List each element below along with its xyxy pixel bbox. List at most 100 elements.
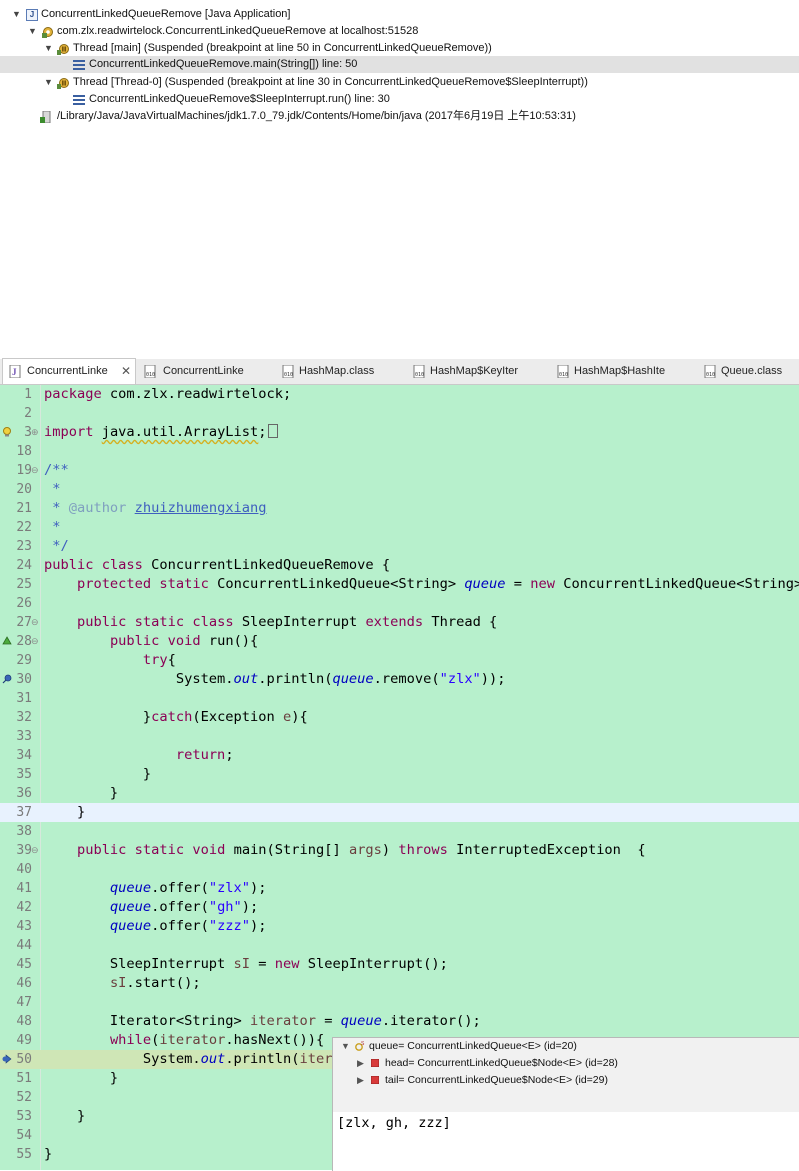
code-text: queue.offer("zlx"); (109, 880, 267, 896)
code-line: 28 ⊖ public void run(){ (0, 632, 799, 651)
tree-row-stack-frame-run[interactable]: ConcurrentLinkedQueueRemove$SleepInterru… (0, 91, 799, 108)
code-line: 39 ⊖ public static void main(String[] ar… (0, 841, 799, 860)
class-file-icon: 010 (282, 365, 294, 378)
tab-label: ConcurrentLinke (27, 365, 108, 377)
variable-label: queue= ConcurrentLinkedQueue<E> (id=20) (369, 1040, 577, 1052)
code-line: 42 queue.offer("gh"); (0, 898, 799, 917)
line-number: 42 (16, 900, 32, 915)
fold-expand-icon[interactable]: ⊕ (31, 423, 40, 442)
tab-concurrentlinkedqueue-class[interactable]: 010 ConcurrentLinke (143, 359, 273, 384)
code-text: } (44, 785, 119, 801)
code-line: 27 ⊖ public static class SleepInterrupt … (0, 613, 799, 632)
code-line: 2 (0, 404, 799, 423)
code-text: }catch(Exception e){ (44, 709, 308, 725)
tab-hashmap-class[interactable]: 010 HashMap.class (281, 359, 401, 384)
tab-concurrentlinkedqueueremove-java[interactable]: J ConcurrentLinke ✕ (2, 358, 136, 384)
editor-tab-bar: J ConcurrentLinke ✕ 010 ConcurrentLinke … (0, 358, 799, 385)
tree-row-launch[interactable]: ▼ J ConcurrentLinkedQueueRemove [Java Ap… (0, 6, 799, 23)
fold-collapse-icon[interactable]: ⊖ (31, 461, 40, 480)
expand-arrow-icon[interactable]: ▼ (44, 74, 54, 91)
fold-collapse-icon[interactable]: ⊖ (31, 613, 40, 632)
tree-row-jvm-process[interactable]: /Library/Java/JavaVirtualMachines/jdk1.7… (0, 108, 799, 125)
fold-collapse-icon[interactable]: ⊖ (31, 632, 40, 651)
tree-row-stack-frame-main[interactable]: ConcurrentLinkedQueueRemove.main(String[… (0, 56, 799, 73)
code-text: public void run(){ (109, 633, 259, 649)
code-text: import java.util.ArrayList; (44, 423, 278, 442)
expand-arrow-icon[interactable]: ▼ (341, 1038, 350, 1055)
line-number: 36 (16, 786, 32, 801)
tree-row-thread-main[interactable]: ▼ Thread [main] (Suspended (breakpoint a… (0, 40, 799, 57)
svg-text:010: 010 (146, 372, 155, 378)
private-field-icon (371, 1059, 379, 1067)
code-line: 24 public class ConcurrentLinkedQueueRem… (0, 556, 799, 575)
tree-row-label: Thread [Thread-0] (Suspended (breakpoint… (73, 76, 588, 88)
code-line: 41 queue.offer("zlx"); (0, 879, 799, 898)
code-line: 33 (0, 727, 799, 746)
code-text: } (44, 1146, 53, 1162)
code-text: } (44, 804, 86, 820)
code-text: } (44, 1108, 86, 1124)
line-number: 22 (16, 520, 32, 535)
line-number: 26 (16, 596, 32, 611)
line-number: 41 (16, 881, 32, 896)
code-line: 18 (0, 442, 799, 461)
code-line: 44 (0, 936, 799, 955)
svg-text:010: 010 (415, 372, 424, 378)
code-text: * @author zhuizhumengxiang (44, 500, 267, 516)
line-number: 34 (16, 748, 32, 763)
expand-arrow-icon[interactable]: ▼ (12, 6, 22, 23)
field-static-icon: S (355, 1041, 365, 1051)
debug-view: ▼ J ConcurrentLinkedQueueRemove [Java Ap… (0, 0, 799, 352)
svg-text:J: J (12, 367, 17, 377)
line-number: 27 (16, 615, 32, 630)
code-text: System.out.println(itera (44, 1051, 341, 1067)
svg-text:010: 010 (706, 372, 715, 378)
line-number: 55 (16, 1147, 32, 1162)
code-line: 29 try{ (0, 651, 799, 670)
code-text: public static void main(String[] args) t… (76, 842, 646, 858)
line-number: 24 (16, 558, 32, 573)
tree-row-label: ConcurrentLinkedQueueRemove [Java Applic… (41, 8, 291, 20)
line-number: 44 (16, 938, 32, 953)
variable-inspect-popup[interactable]: ▼ S queue= ConcurrentLinkedQueue<E> (id=… (332, 1037, 799, 1171)
line-number: 43 (16, 919, 32, 934)
code-line: 30 System.out.println(queue.remove("zlx"… (0, 670, 799, 689)
tab-queue-class[interactable]: 010 Queue.class (703, 359, 799, 384)
code-text: package com.zlx.readwirtelock; (44, 386, 292, 402)
class-file-icon: 010 (704, 365, 716, 378)
expand-arrow-icon[interactable]: ▼ (44, 40, 54, 57)
svg-text:010: 010 (559, 372, 568, 378)
line-number: 31 (16, 691, 32, 706)
code-text: return; (175, 747, 234, 763)
tab-hashmap-hashiterator[interactable]: 010 HashMap$HashIte (556, 359, 696, 384)
line-number: 40 (16, 862, 32, 877)
code-line: 48 Iterator<String> iterator = queue.ite… (0, 1012, 799, 1031)
line-number: 1 (24, 387, 32, 402)
code-line: 26 (0, 594, 799, 613)
expand-arrow-icon[interactable]: ▼ (28, 23, 38, 40)
close-tab-icon[interactable]: ✕ (121, 359, 131, 384)
code-text: * (44, 519, 61, 535)
tab-label: Queue.class (721, 365, 783, 377)
code-text: protected static ConcurrentLinkedQueue<S… (76, 576, 799, 592)
line-number: 48 (16, 1014, 32, 1029)
line-number: 54 (16, 1128, 32, 1143)
variable-label: tail= ConcurrentLinkedQueue$Node<E> (id=… (385, 1074, 608, 1086)
tab-hashmap-keyiter[interactable]: 010 HashMap$KeyIter (412, 359, 552, 384)
code-text: /** (44, 462, 69, 478)
fold-collapse-icon[interactable]: ⊖ (31, 841, 40, 860)
tab-label: ConcurrentLinke (163, 365, 244, 377)
jvm-process-icon (40, 111, 51, 123)
code-line: 21 * @author zhuizhumengxiang (0, 499, 799, 518)
expand-arrow-icon[interactable]: ▶ (357, 1055, 364, 1072)
tree-row-thread-0[interactable]: ▼ Thread [Thread-0] (Suspended (breakpoi… (0, 74, 799, 91)
code-text: queue.offer("gh"); (109, 899, 259, 915)
tree-row-debug-target[interactable]: ▼ com.zlx.readwirtelock.ConcurrentLinked… (0, 23, 799, 40)
svg-text:010: 010 (284, 372, 293, 378)
folded-block-icon[interactable] (267, 424, 278, 438)
code-text: } (44, 766, 152, 782)
expand-arrow-icon[interactable]: ▶ (357, 1072, 364, 1089)
code-line: 23 */ (0, 537, 799, 556)
suspended-thread-icon (57, 44, 69, 55)
code-line: 47 (0, 993, 799, 1012)
